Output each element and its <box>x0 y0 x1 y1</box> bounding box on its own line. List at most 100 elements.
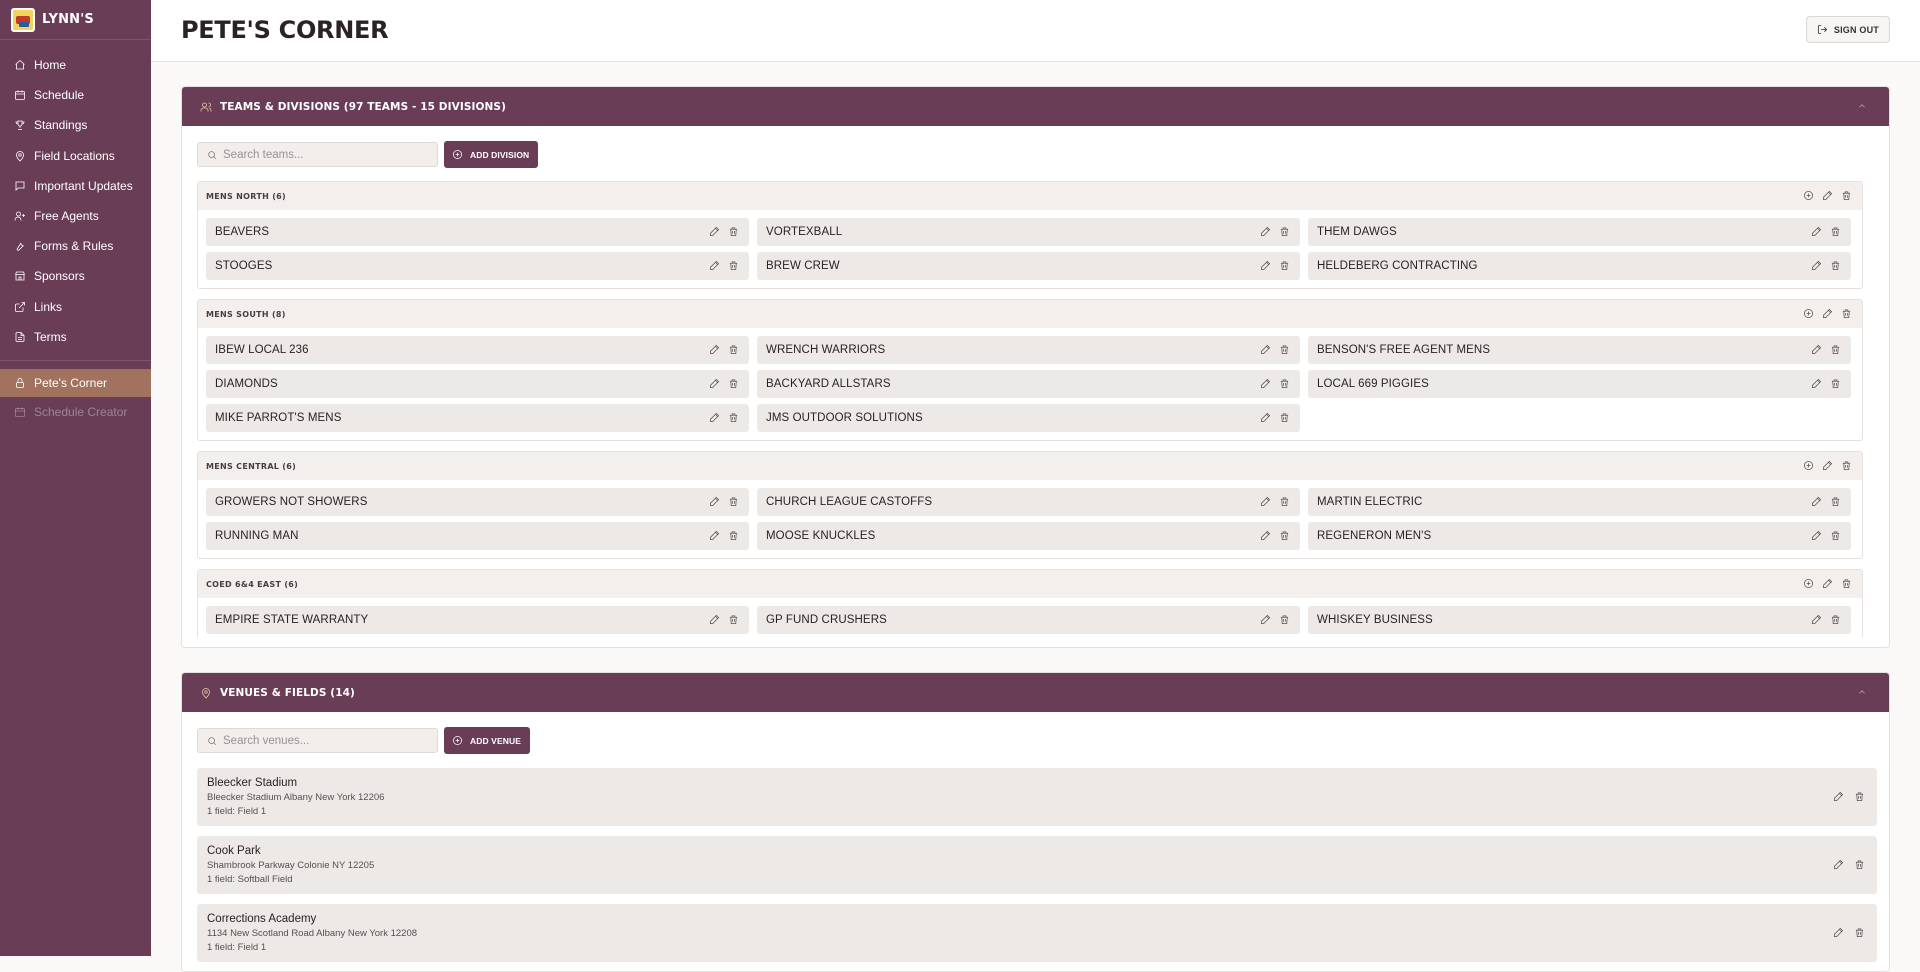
trash-icon <box>729 227 738 236</box>
delete-team-button[interactable] <box>1830 378 1841 389</box>
edit-team-button[interactable] <box>1260 260 1271 271</box>
edit-division-button[interactable] <box>1822 308 1833 319</box>
edit-team-button[interactable] <box>709 496 720 507</box>
edit-team-button[interactable] <box>709 344 720 355</box>
division-card: MENS SOUTH (8) IBEW LOCAL 236 WRENCH WAR… <box>197 299 1863 441</box>
collapse-chevron-icon[interactable] <box>1857 100 1869 112</box>
delete-team-button[interactable] <box>728 344 739 355</box>
sign-out-button[interactable]: SIGN OUT <box>1805 16 1890 43</box>
edit-team-button[interactable] <box>1811 530 1822 541</box>
delete-venue-button[interactable] <box>1854 927 1865 938</box>
pencil-icon <box>710 496 720 506</box>
teams-panel-header[interactable]: TEAMS & DIVISIONS (97 TEAMS - 15 DIVISIO… <box>182 87 1889 126</box>
edit-team-button[interactable] <box>1811 378 1822 389</box>
delete-team-button[interactable] <box>1279 260 1290 271</box>
edit-team-button[interactable] <box>1811 260 1822 271</box>
nav-item-links[interactable]: Links <box>0 292 151 322</box>
trash-icon <box>729 345 738 354</box>
map-pin-icon <box>202 687 210 699</box>
edit-team-button[interactable] <box>1260 496 1271 507</box>
edit-team-button[interactable] <box>709 412 720 423</box>
team-row: HELDEBERG CONTRACTING <box>1308 252 1851 280</box>
trash-icon <box>1831 379 1840 388</box>
edit-team-button[interactable] <box>1811 496 1822 507</box>
trash-icon <box>1855 928 1864 937</box>
delete-division-button[interactable] <box>1841 460 1852 471</box>
edit-team-button[interactable] <box>1260 378 1271 389</box>
nav-item-standings[interactable]: Standings <box>0 110 151 140</box>
delete-team-button[interactable] <box>1279 496 1290 507</box>
venue-search-input[interactable] <box>223 734 423 747</box>
delete-team-button[interactable] <box>1830 496 1841 507</box>
delete-team-button[interactable] <box>1830 344 1841 355</box>
edit-team-button[interactable] <box>709 530 720 541</box>
team-name: EMPIRE STATE WARRANTY <box>215 614 369 626</box>
add-team-button[interactable] <box>1803 460 1814 471</box>
delete-team-button[interactable] <box>728 260 739 271</box>
collapse-chevron-icon[interactable] <box>1857 686 1869 698</box>
edit-team-button[interactable] <box>1260 344 1271 355</box>
edit-division-button[interactable] <box>1822 460 1833 471</box>
add-venue-button[interactable]: ADD VENUE <box>444 727 530 754</box>
team-search[interactable] <box>197 142 438 167</box>
edit-team-button[interactable] <box>1260 614 1271 625</box>
edit-team-button[interactable] <box>709 260 720 271</box>
delete-team-button[interactable] <box>1830 530 1841 541</box>
edit-team-button[interactable] <box>709 378 720 389</box>
delete-venue-button[interactable] <box>1854 859 1865 870</box>
delete-division-button[interactable] <box>1841 190 1852 201</box>
delete-team-button[interactable] <box>1279 530 1290 541</box>
delete-team-button[interactable] <box>1279 412 1290 423</box>
edit-venue-button[interactable] <box>1833 859 1844 870</box>
edit-team-button[interactable] <box>1811 226 1822 237</box>
edit-team-button[interactable] <box>1811 344 1822 355</box>
nav-item-schedule[interactable]: Schedule <box>0 80 151 110</box>
team-name: IBEW LOCAL 236 <box>215 344 309 356</box>
edit-venue-button[interactable] <box>1833 791 1844 802</box>
add-team-button[interactable] <box>1803 308 1814 319</box>
delete-team-button[interactable] <box>1279 344 1290 355</box>
delete-division-button[interactable] <box>1841 308 1852 319</box>
edit-team-button[interactable] <box>1260 412 1271 423</box>
brand[interactable]: LYNN'S <box>0 0 151 40</box>
delete-team-button[interactable] <box>1830 260 1841 271</box>
edit-team-button[interactable] <box>709 226 720 237</box>
nav-item-field-locations[interactable]: Field Locations <box>0 141 151 171</box>
team-row: THEM DAWGS <box>1308 218 1851 246</box>
nav-item-forms-rules[interactable]: Forms & Rules <box>0 231 151 261</box>
edit-venue-button[interactable] <box>1833 927 1844 938</box>
nav-item-home[interactable]: Home <box>0 50 151 80</box>
delete-team-button[interactable] <box>728 530 739 541</box>
delete-team-button[interactable] <box>1830 226 1841 237</box>
nav-item-petes-corner[interactable]: Pete's Corner <box>0 368 151 397</box>
delete-team-button[interactable] <box>728 614 739 625</box>
edit-team-button[interactable] <box>709 614 720 625</box>
edit-division-button[interactable] <box>1822 578 1833 589</box>
trash-icon <box>1831 345 1840 354</box>
venue-search[interactable] <box>197 728 438 753</box>
delete-team-button[interactable] <box>728 496 739 507</box>
delete-team-button[interactable] <box>1279 378 1290 389</box>
edit-division-button[interactable] <box>1822 190 1833 201</box>
nav-item-sponsors[interactable]: Sponsors <box>0 261 151 291</box>
delete-team-button[interactable] <box>1279 226 1290 237</box>
delete-venue-button[interactable] <box>1854 791 1865 802</box>
delete-team-button[interactable] <box>728 412 739 423</box>
nav-item-terms[interactable]: Terms <box>0 322 151 352</box>
add-team-button[interactable] <box>1803 190 1814 201</box>
team-search-input[interactable] <box>223 148 423 161</box>
nav-item-free-agents[interactable]: Free Agents <box>0 201 151 231</box>
delete-team-button[interactable] <box>728 378 739 389</box>
delete-team-button[interactable] <box>1830 614 1841 625</box>
delete-division-button[interactable] <box>1841 578 1852 589</box>
add-team-button[interactable] <box>1803 578 1814 589</box>
divisions-list[interactable]: MENS NORTH (6) BEAVERS VORTEXBALL THEM D… <box>197 181 1877 637</box>
delete-team-button[interactable] <box>1279 614 1290 625</box>
edit-team-button[interactable] <box>1260 530 1271 541</box>
nav-item-important-updates[interactable]: Important Updates <box>0 171 151 201</box>
edit-team-button[interactable] <box>1260 226 1271 237</box>
delete-team-button[interactable] <box>728 226 739 237</box>
venues-panel-header[interactable]: VENUES & FIELDS (14) <box>182 673 1889 712</box>
add-division-button[interactable]: ADD DIVISION <box>444 141 539 168</box>
edit-team-button[interactable] <box>1811 614 1822 625</box>
